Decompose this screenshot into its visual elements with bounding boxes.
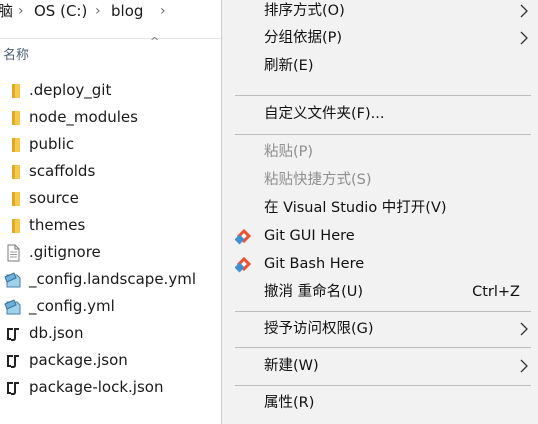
breadcrumb: 脑 › OS (C:) › blog ›	[0, 0, 221, 24]
menu-item-refresh[interactable]: 刷新(E)	[222, 53, 538, 79]
sort-ascending-icon: ^	[150, 35, 160, 48]
menu-item-git-bash[interactable]: Git Bash Here	[222, 251, 538, 277]
file-explorer-pane: 脑 › OS (C:) › blog › 名称 ^ .deploy_gitnod…	[0, 0, 221, 422]
file-name: .gitignore	[29, 243, 101, 261]
chevron-right-icon: ›	[18, 3, 24, 19]
menu-item-label: 粘贴(P)	[264, 144, 314, 160]
submenu-chevron-icon	[520, 4, 528, 18]
yaml-file-icon	[4, 271, 22, 289]
folder-icon	[4, 136, 22, 154]
menu-separator	[235, 347, 531, 348]
column-header-row: 名称 ^	[0, 35, 221, 67]
file-name: scaffolds	[29, 162, 96, 180]
file-name: _config.landscape.yml	[29, 270, 196, 288]
file-list: .deploy_git node_modulespublic scaffolds so…	[0, 77, 221, 401]
menu-item-label: 在 Visual Studio 中打开(V)	[264, 200, 447, 216]
menu-separator	[235, 385, 531, 386]
folder-icon	[4, 163, 22, 181]
file-list-item[interactable]: scaffolds	[0, 158, 221, 185]
chevron-right-icon: ›	[95, 3, 101, 19]
file-list-item[interactable]: _config.landscape.yml	[0, 266, 221, 293]
breadcrumb-partial-item[interactable]: 脑	[0, 0, 13, 22]
shortcut-hint: Ctrl+Z	[472, 284, 520, 300]
menu-separator	[235, 311, 531, 312]
git-bash-icon	[235, 256, 252, 273]
git-gui-icon	[235, 228, 252, 245]
menu-separator	[235, 95, 531, 96]
menu-item-label: 分组依据(P)	[264, 30, 343, 46]
file-list-item[interactable]: source	[0, 185, 221, 212]
file-name: package.json	[29, 351, 128, 369]
folder-icon	[4, 82, 22, 100]
json-file-icon	[4, 379, 22, 397]
json-file-icon	[4, 325, 22, 343]
menu-item-label: Git GUI Here	[264, 228, 355, 244]
submenu-chevron-icon	[520, 359, 528, 373]
breadcrumb-item-folder[interactable]: blog	[111, 0, 143, 22]
file-name: themes	[29, 216, 86, 234]
file-name: _config.yml	[29, 297, 115, 315]
file-name: .deploy_git	[29, 81, 112, 99]
file-list-item[interactable]: package.json	[0, 347, 221, 374]
menu-item-label: Git Bash Here	[264, 256, 365, 272]
menu-item-label: 自定义文件夹(F)...	[264, 106, 385, 122]
file-name: db.json	[29, 324, 84, 342]
file-list-item[interactable]: .deploy_git	[0, 77, 221, 104]
text-file-icon	[4, 244, 22, 262]
menu-item-sort-by[interactable]: 排序方式(O)	[222, 0, 538, 24]
folder-icon	[4, 190, 22, 208]
context-menu: 排序方式(O) 分组依据(P) 刷新(E) 自定义文件夹(F)... 粘贴(P)…	[221, 0, 538, 424]
file-list-item[interactable]: package-lock.json	[0, 374, 221, 401]
menu-item-label: 刷新(E)	[264, 58, 314, 74]
menu-item-undo-rename[interactable]: 撤消 重命名(U) Ctrl+Z	[222, 279, 538, 305]
json-file-icon	[4, 352, 22, 370]
menu-item-give-access[interactable]: 授予访问权限(G)	[222, 316, 538, 342]
menu-item-open-in-visual-studio[interactable]: 在 Visual Studio 中打开(V)	[222, 195, 538, 221]
breadcrumb-item-drive[interactable]: OS (C:)	[34, 0, 87, 22]
menu-item-paste-shortcut: 粘贴快捷方式(S)	[222, 167, 538, 193]
file-name: node_modules	[29, 108, 138, 126]
menu-item-label: 授予访问权限(G)	[264, 321, 374, 337]
file-list-item[interactable]: .gitignore	[0, 239, 221, 266]
menu-item-label: 新建(W)	[264, 358, 319, 374]
file-name: source	[29, 189, 79, 207]
submenu-chevron-icon	[520, 31, 528, 45]
file-list-item[interactable]: node_modules	[0, 104, 221, 131]
menu-item-label: 撤消 重命名(U)	[264, 284, 364, 300]
menu-item-paste: 粘贴(P)	[222, 139, 538, 165]
menu-item-label: 属性(R)	[264, 395, 315, 411]
menu-item-label: 排序方式(O)	[264, 3, 345, 19]
column-header-name[interactable]: 名称	[3, 44, 29, 63]
file-name: public	[29, 135, 75, 153]
folder-icon	[4, 217, 22, 235]
menu-item-customize-folder[interactable]: 自定义文件夹(F)...	[222, 101, 538, 127]
file-list-item[interactable]: themes	[0, 212, 221, 239]
menu-item-git-gui[interactable]: Git GUI Here	[222, 223, 538, 249]
menu-separator	[235, 134, 531, 135]
file-list-item[interactable]: _config.yml	[0, 293, 221, 320]
file-list-item[interactable]: db.json	[0, 320, 221, 347]
file-list-item[interactable]: public	[0, 131, 221, 158]
folder-icon	[4, 109, 22, 127]
chevron-right-icon[interactable]: ›	[160, 0, 166, 22]
submenu-chevron-icon	[520, 322, 528, 336]
file-name: package-lock.json	[29, 378, 164, 396]
menu-item-new[interactable]: 新建(W)	[222, 353, 538, 379]
menu-item-properties[interactable]: 属性(R)	[222, 390, 538, 416]
menu-item-group-by[interactable]: 分组依据(P)	[222, 25, 538, 51]
menu-item-label: 粘贴快捷方式(S)	[264, 172, 372, 188]
yaml-file-icon	[4, 298, 22, 316]
